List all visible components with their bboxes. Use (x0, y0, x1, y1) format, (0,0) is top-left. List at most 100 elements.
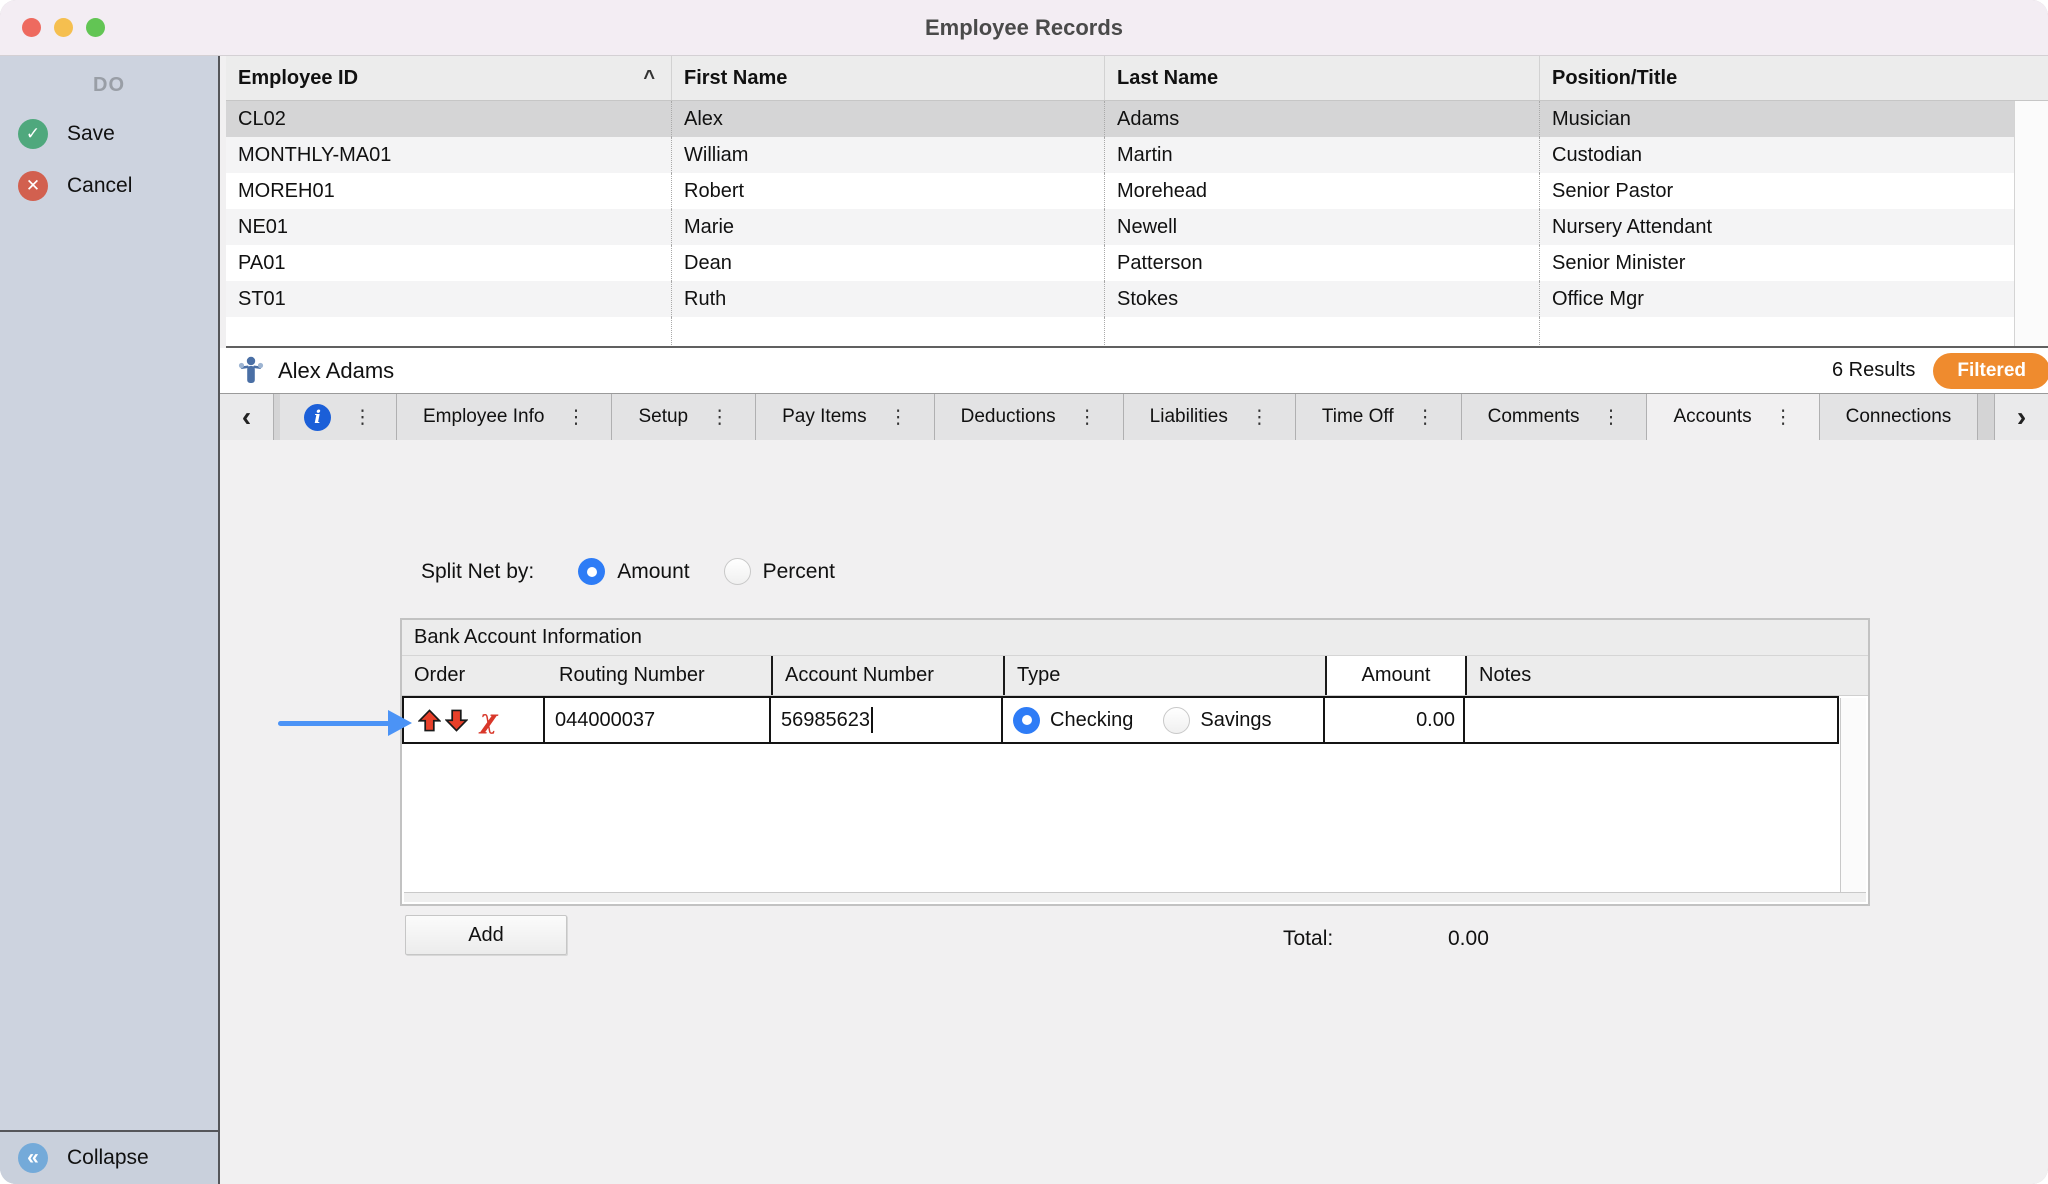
radio-type-checking[interactable]: Checking (1013, 707, 1133, 734)
collapse-button[interactable]: « Collapse (0, 1130, 218, 1184)
employee-cell: Senior Minister (1540, 245, 2004, 281)
selected-employee-name: Alex Adams (278, 358, 394, 384)
tab-menu-icon[interactable]: ⋮ (566, 406, 585, 429)
column-header-first-name[interactable]: First Name (672, 56, 1105, 100)
tab-comments[interactable]: Comments⋮ (1462, 394, 1648, 440)
radio-type-savings[interactable]: Savings (1163, 707, 1271, 734)
employee-cell: Alex (672, 101, 1105, 137)
employee-cell: Office Mgr (1540, 281, 2004, 317)
employee-row[interactable]: MONTHLY-MA01WilliamMartinCustodian (226, 137, 2048, 173)
save-button[interactable]: ✓ Save (0, 119, 218, 149)
tab-menu-icon[interactable]: ⋮ (353, 406, 372, 429)
employee-table-body: CL02AlexAdamsMusicianMONTHLY-MA01William… (226, 101, 2048, 345)
column-header-label: First Name (684, 67, 787, 90)
tab-liabilities[interactable]: Liabilities ⋮ (1124, 394, 1296, 440)
tab-time-off[interactable]: Time Off ⋮ (1296, 394, 1462, 440)
account-number-field[interactable]: 56985623 (771, 698, 1003, 742)
tab-employee-info[interactable]: Employee Info⋮ (397, 394, 612, 440)
bank-box-title: Bank Account Information (402, 620, 1868, 656)
routing-number-value: 044000037 (555, 709, 655, 732)
employee-cell: Adams (1105, 101, 1540, 137)
employee-row[interactable]: CL02AlexAdamsMusician (226, 101, 2048, 137)
accounts-panel: Split Net by: AmountPercent Bank Account… (220, 440, 2048, 1184)
tab-label: Time Off (1322, 406, 1394, 428)
tabs-scroll-left-button[interactable]: ‹ (220, 394, 274, 440)
employee-row[interactable]: MOREH01RobertMoreheadSenior Pastor (226, 173, 2048, 209)
employee-cell (672, 317, 1105, 345)
employee-cell: ST01 (226, 281, 672, 317)
radio-icon (578, 558, 605, 585)
column-header-label: Last Name (1117, 67, 1218, 90)
tab-menu-icon[interactable]: ⋮ (1601, 406, 1620, 429)
employee-table: Employee ID^ First Name Last Name Position/… (226, 56, 2048, 348)
employee-table-scrollbar[interactable] (2014, 101, 2048, 346)
bank-account-info-box: Bank Account Information OrderRouting Nu… (400, 618, 1870, 906)
bank-column-header-notes[interactable]: Notes (1467, 656, 1838, 695)
tab-menu-icon[interactable]: ⋮ (1078, 406, 1097, 429)
move-up-icon[interactable] (418, 709, 441, 732)
tab-menu-icon[interactable]: ⋮ (1416, 406, 1435, 429)
employee-table-header: Employee ID^ First Name Last Name Position/… (226, 56, 2048, 101)
notes-field[interactable] (1465, 698, 1837, 742)
x-icon: ✕ (18, 171, 48, 201)
bank-column-header-account-number[interactable]: Account Number (773, 656, 1005, 695)
add-account-button[interactable]: Add (405, 915, 567, 955)
employee-cell: Robert (672, 173, 1105, 209)
employee-cell: MONTHLY-MA01 (226, 137, 672, 173)
tab-menu-icon[interactable]: ⋮ (1250, 406, 1269, 429)
close-window-button[interactable] (22, 18, 41, 37)
tab-deductions[interactable]: Deductions⋮ (935, 394, 1124, 440)
tabs-scroll-right-button[interactable]: › (1994, 394, 2048, 440)
bank-table-vscrollbar[interactable] (1840, 698, 1866, 892)
collapse-label: Collapse (67, 1146, 149, 1170)
employee-row[interactable]: NE01MarieNewellNursery Attendant (226, 209, 2048, 245)
column-header-label: Position/Title (1552, 67, 1677, 90)
column-header-position-title[interactable]: Position/Title (1540, 56, 2004, 100)
employee-cell: William (672, 137, 1105, 173)
zoom-window-button[interactable] (86, 18, 105, 37)
amount-field[interactable]: 0.00 (1325, 698, 1465, 742)
tab-menu-icon[interactable]: ⋮ (710, 406, 729, 429)
bank-column-header-order[interactable]: Order (402, 656, 547, 695)
bank-table-hscrollbar[interactable] (404, 892, 1866, 902)
bank-column-header-type[interactable]: Type (1005, 656, 1327, 695)
employee-cell: Senior Pastor (1540, 173, 2004, 209)
bank-table-rows: χ 044000037 56985623 Checking Savings 0.0… (402, 696, 1868, 892)
employee-cell: Stokes (1105, 281, 1540, 317)
app-window: Employee Records DO ✓ Save ✕ Cancel « Co… (0, 0, 2048, 1184)
filtered-badge[interactable]: Filtered (1933, 353, 2048, 389)
employee-cell: Nursery Attendant (1540, 209, 2004, 245)
column-header-last-name[interactable]: Last Name (1105, 56, 1540, 100)
radio-split-percent[interactable]: Percent (724, 558, 835, 585)
cancel-label: Cancel (67, 174, 132, 198)
tab-label: Liabilities (1150, 406, 1228, 428)
minimize-window-button[interactable] (54, 18, 73, 37)
move-down-icon[interactable] (445, 709, 468, 732)
tab-pay-items[interactable]: Pay Items⋮ (756, 394, 934, 440)
employee-row[interactable]: PA01DeanPattersonSenior Minister (226, 245, 2048, 281)
tab-menu-icon[interactable]: ⋮ (889, 406, 908, 429)
cancel-button[interactable]: ✕ Cancel (0, 171, 218, 201)
radio-label: Percent (763, 560, 835, 584)
tab-setup[interactable]: Setup⋮ (612, 394, 756, 440)
bank-column-header-amount[interactable]: Amount (1327, 656, 1467, 695)
employee-cell: Newell (1105, 209, 1540, 245)
radio-label: Checking (1050, 709, 1133, 732)
bank-table-header: OrderRouting NumberAccount NumberTypeAmo… (402, 656, 1868, 696)
tab-accounts[interactable]: Accounts⋮ (1647, 394, 1819, 440)
employee-cell (226, 317, 672, 345)
employee-cell (1105, 317, 1540, 345)
check-icon: ✓ (18, 119, 48, 149)
employee-cell: MOREH01 (226, 173, 672, 209)
employee-cell: Custodian (1540, 137, 2004, 173)
bank-column-header-routing-number[interactable]: Routing Number (547, 656, 773, 695)
radio-split-amount[interactable]: Amount (578, 558, 689, 585)
double-chevron-left-icon: « (18, 1143, 48, 1173)
tab-menu-icon[interactable]: ⋮ (1774, 406, 1793, 429)
routing-number-field[interactable]: 044000037 (545, 698, 771, 742)
tab-connections[interactable]: Connections (1820, 394, 1979, 440)
column-header-employee-id[interactable]: Employee ID^ (226, 56, 672, 100)
tab-info[interactable]: i⋮ (280, 394, 397, 440)
employee-row[interactable]: ST01RuthStokesOffice Mgr (226, 281, 2048, 317)
delete-row-icon[interactable]: χ (480, 707, 497, 733)
